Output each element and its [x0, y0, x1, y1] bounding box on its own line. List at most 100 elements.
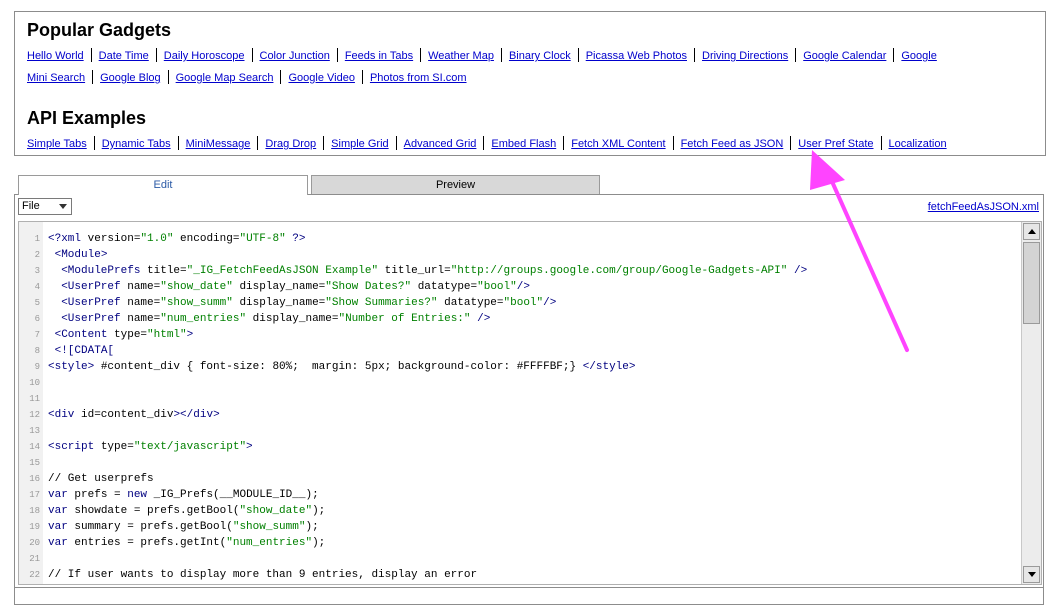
line-number: 10: [29, 378, 40, 388]
api-examples-links-row: Simple Tabs Dynamic Tabs MiniMessage Drag D…: [27, 136, 947, 150]
code-line: 21: [19, 551, 1019, 567]
code-line: 16 // Get userprefs: [19, 471, 1019, 487]
api-link-fetch-xml-content[interactable]: Fetch XML Content: [571, 138, 665, 150]
gadget-link-driving-directions[interactable]: Driving Directions: [702, 50, 788, 62]
line-number: 13: [29, 426, 40, 436]
link-separator: [361, 70, 363, 84]
link-separator: [395, 136, 397, 150]
code-text: <script type="text/javascript">: [48, 441, 253, 453]
link-separator: [694, 48, 695, 62]
api-link-simple-grid[interactable]: Simple Grid: [331, 138, 388, 150]
line-number: 7: [34, 330, 40, 340]
code-line: 5 <UserPref name="show_summ" display_nam…: [19, 295, 1019, 311]
line-number: 17: [29, 490, 40, 500]
line-number: 14: [29, 442, 40, 452]
gadget-link-weather-map[interactable]: Weather Map: [428, 50, 494, 62]
gadget-link-picassa-web-photos[interactable]: Picassa Web Photos: [586, 50, 687, 62]
gadget-link-hello-world[interactable]: Hello World: [27, 50, 84, 62]
line-number: 15: [29, 458, 40, 468]
tab-preview[interactable]: Preview: [311, 175, 600, 195]
code-line: 15: [19, 455, 1019, 471]
line-number: 20: [29, 538, 40, 548]
gadget-link-feeds-in-tabs[interactable]: Feeds in Tabs: [345, 50, 413, 62]
line-number: 5: [34, 298, 40, 308]
chevron-down-icon: [59, 204, 67, 209]
gadget-link-google[interactable]: Google: [901, 50, 936, 62]
code-text: <Content type="html">: [54, 329, 194, 341]
link-separator: [420, 48, 422, 62]
code-line: 12 <div id=content_div></div>: [19, 407, 1019, 423]
arrow-down-icon: [1028, 572, 1036, 577]
line-number: 4: [34, 282, 40, 292]
gadget-link-mini-search[interactable]: Mini Search: [27, 72, 85, 84]
file-menu-label: File: [22, 200, 40, 212]
gadget-link-color-junction[interactable]: Color Junction: [260, 50, 330, 62]
link-separator: [500, 48, 502, 62]
scrollbar-thumb[interactable]: [1023, 242, 1040, 324]
line-number: 1: [34, 234, 40, 244]
api-link-drag-drop[interactable]: Drag Drop: [265, 138, 316, 150]
line-number: 8: [34, 346, 40, 356]
line-number: 2: [34, 250, 40, 260]
api-link-fetch-feed-as-json[interactable]: Fetch Feed as JSON: [681, 138, 784, 150]
link-separator: [563, 136, 565, 150]
code-line: 9 <style> #content_div { font-size: 80%; …: [19, 359, 1019, 375]
api-link-advanced-grid[interactable]: Advanced Grid: [404, 138, 477, 150]
link-separator: [257, 136, 259, 150]
vertical-scrollbar[interactable]: [1021, 222, 1041, 584]
link-separator: [177, 136, 179, 150]
gadget-link-photos-from-si-com[interactable]: Photos from SI.com: [370, 72, 467, 84]
link-separator: [93, 136, 95, 150]
api-link-minimessage[interactable]: MiniMessage: [186, 138, 251, 150]
line-number: 19: [29, 522, 40, 532]
code-text: <Module>: [54, 249, 108, 261]
line-number: 16: [29, 474, 40, 484]
gadget-link-google-blog[interactable]: Google Blog: [100, 72, 161, 84]
popular-gadgets-heading: Popular Gadgets: [27, 20, 172, 40]
code-text: <UserPref name="num_entries" display_nam…: [61, 313, 491, 325]
code-line: 11: [19, 391, 1019, 407]
api-link-localization[interactable]: Localization: [889, 138, 947, 150]
code-text: <style> #content_div { font-size: 80%; m…: [48, 361, 636, 373]
code-line: 20 var entries = prefs.getInt("num_entrie…: [19, 535, 1019, 551]
api-link-simple-tabs[interactable]: Simple Tabs: [27, 138, 87, 150]
gadget-link-google-calendar[interactable]: Google Calendar: [803, 50, 886, 62]
api-link-user-pref-state[interactable]: User Pref State: [798, 138, 873, 150]
line-number: 3: [34, 266, 40, 276]
link-separator: [336, 48, 338, 62]
gadget-link-daily-horoscope[interactable]: Daily Horoscope: [164, 50, 245, 62]
status-bar: [14, 587, 1044, 605]
scroll-up-button[interactable]: [1023, 223, 1040, 240]
link-separator: [880, 136, 882, 150]
code-text: var entries = prefs.getInt("num_entries"…: [48, 537, 326, 549]
gadget-link-google-video[interactable]: Google Video: [288, 72, 354, 84]
code-text: // Get userprefs: [48, 473, 154, 485]
code-editor[interactable]: 1 <?xml version="1.0" encoding="UTF-8" ?>…: [18, 221, 1042, 585]
code-text: <?xml version="1.0" encoding="UTF-8" ?>: [48, 233, 306, 245]
line-number: 22: [29, 570, 40, 580]
scroll-down-button[interactable]: [1023, 566, 1040, 583]
gadget-link-date-time[interactable]: Date Time: [99, 50, 149, 62]
api-link-dynamic-tabs[interactable]: Dynamic Tabs: [102, 138, 171, 150]
code-line: 14 <script type="text/javascript">: [19, 439, 1019, 455]
file-menu-dropdown[interactable]: File: [18, 198, 72, 215]
filename-link[interactable]: fetchFeedAsJSON.xml: [928, 201, 1039, 213]
link-separator: [795, 48, 797, 62]
gadget-link-google-map-search[interactable]: Google Map Search: [176, 72, 274, 84]
code-text: // If user wants to display more than 9 …: [48, 569, 478, 581]
link-separator: [90, 48, 92, 62]
link-separator: [672, 136, 674, 150]
code-line: 7 <Content type="html">: [19, 327, 1019, 343]
code-text: var prefs = new _IG_Prefs(__MODULE_ID__)…: [48, 489, 319, 501]
tab-edit[interactable]: Edit: [18, 175, 308, 195]
code-text: <UserPref name="show_summ" display_name=…: [61, 297, 557, 309]
code-line: 18 var showdate = prefs.getBool("show_dat…: [19, 503, 1019, 519]
line-number: 6: [34, 314, 40, 324]
popular-gadgets-links-row-2: Mini Search Google Blog Google Map Search G…: [27, 70, 467, 84]
link-separator: [251, 48, 253, 62]
code-text: var showdate = prefs.getBool("show_date"…: [48, 505, 326, 517]
api-link-embed-flash[interactable]: Embed Flash: [491, 138, 556, 150]
gadget-link-binary-clock[interactable]: Binary Clock: [509, 50, 571, 62]
code-line: 19 var summary = prefs.getBool("show_summ…: [19, 519, 1019, 535]
code-text: <div id=content_div></div>: [48, 409, 220, 421]
